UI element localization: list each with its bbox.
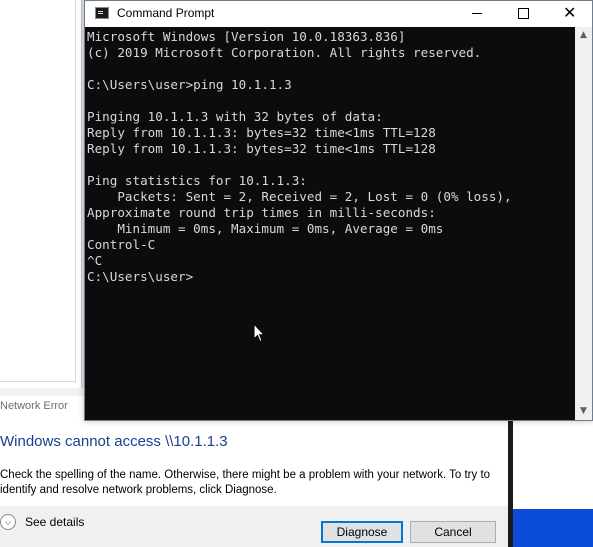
background-window xyxy=(0,0,82,388)
cmd-app-icon[interactable] xyxy=(95,7,109,19)
window-title: Command Prompt xyxy=(117,6,215,20)
minimize-button[interactable] xyxy=(454,1,500,27)
dialog-heading: Windows cannot access \\10.1.1.3 xyxy=(0,433,228,450)
console-text: Microsoft Windows [Version 10.0.18363.83… xyxy=(87,29,512,284)
scroll-up-arrow-icon[interactable]: ▲ xyxy=(575,27,592,44)
cancel-button[interactable]: Cancel xyxy=(410,521,496,543)
dialog-top-strip xyxy=(0,388,86,396)
maximize-icon xyxy=(518,8,529,19)
console-output[interactable]: Microsoft Windows [Version 10.0.18363.83… xyxy=(85,27,575,420)
close-button[interactable]: ✕ xyxy=(546,1,592,27)
dialog-footer: ⌵ See details Diagnose Cancel xyxy=(0,506,508,547)
title-bar[interactable]: Command Prompt ✕ xyxy=(85,1,592,27)
see-details-toggle[interactable]: ⌵ See details xyxy=(0,514,90,534)
background-desktop-area xyxy=(513,509,593,547)
close-icon: ✕ xyxy=(563,3,577,22)
background-window-pane xyxy=(0,0,76,382)
diagnose-button[interactable]: Diagnose xyxy=(321,521,403,543)
mouse-cursor-icon xyxy=(253,323,265,343)
command-prompt-window: Command Prompt ✕ Microsoft Windows [Vers… xyxy=(84,0,593,421)
vertical-scrollbar[interactable]: ▲ ▼ xyxy=(575,27,592,420)
dialog-caption: Network Error xyxy=(0,400,68,412)
minimize-icon xyxy=(472,13,482,14)
scroll-down-arrow-icon[interactable]: ▼ xyxy=(575,403,592,420)
maximize-button[interactable] xyxy=(500,1,546,27)
dialog-message: Check the spelling of the name. Otherwis… xyxy=(0,469,491,496)
chevron-down-icon: ⌵ xyxy=(0,514,16,530)
see-details-label: See details xyxy=(25,515,85,529)
